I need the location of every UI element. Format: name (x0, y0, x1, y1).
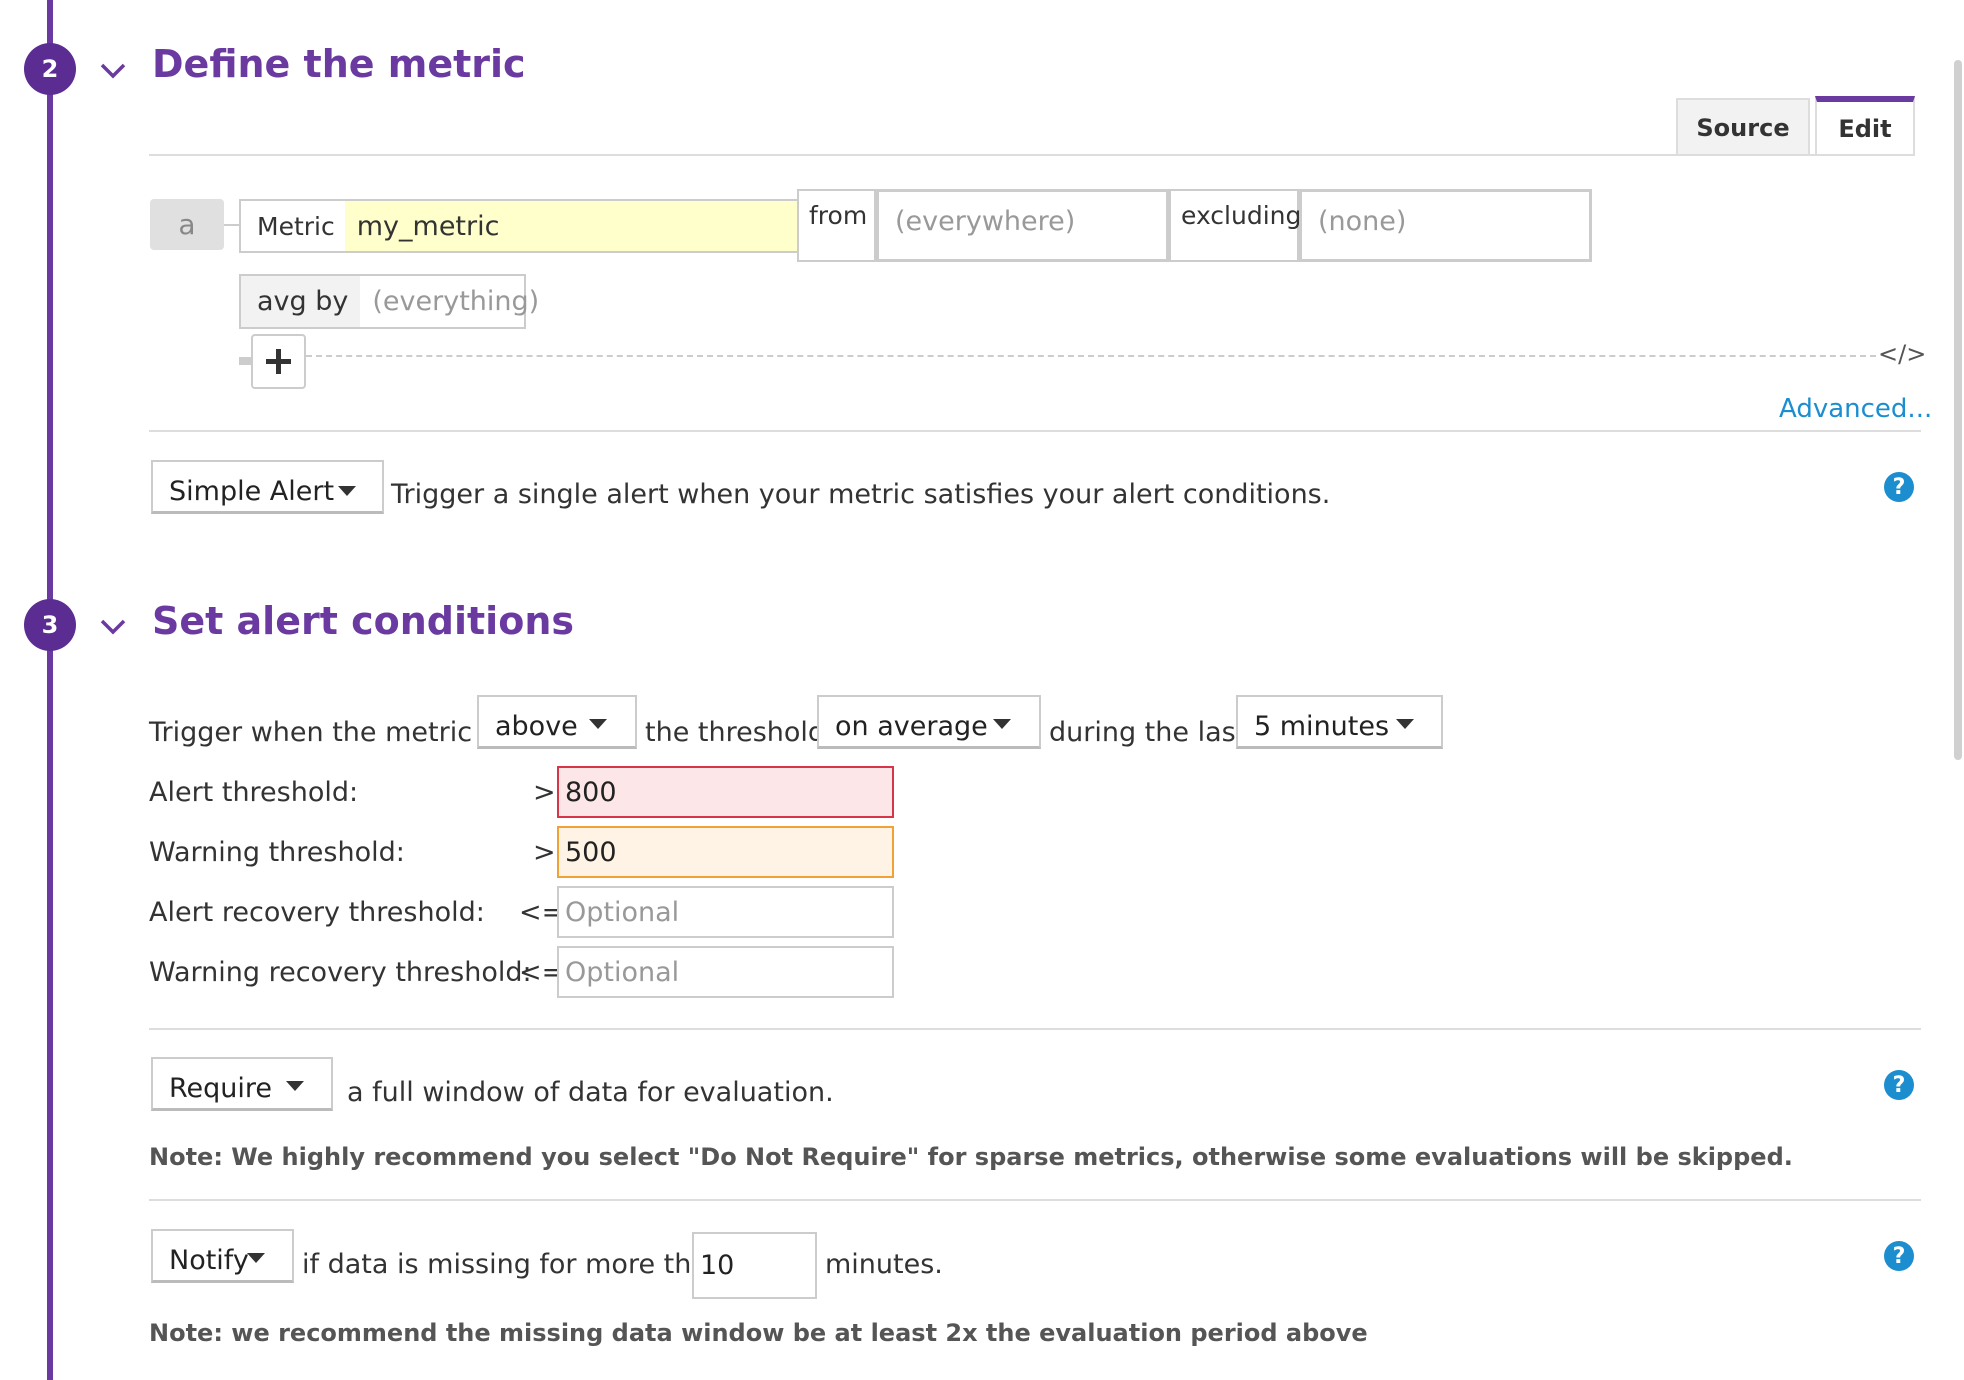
avg-by-label: avg by (241, 276, 361, 327)
alert-threshold-label: Alert threshold: (149, 777, 359, 808)
aggregation-value: on average (835, 711, 988, 742)
from-label-box: from (797, 189, 876, 262)
plus-icon (266, 349, 291, 374)
tab-source[interactable]: Source (1676, 98, 1810, 156)
timeline-line (47, 0, 53, 1380)
aggregation-select[interactable]: on average (817, 695, 1041, 749)
caret-down-icon (247, 1253, 265, 1263)
excluding-placeholder: (none) (1318, 206, 1407, 237)
avg-by-placeholder: (everything) (372, 286, 540, 317)
notify-text-after: minutes. (825, 1249, 943, 1280)
caret-down-icon (338, 486, 356, 496)
caret-down-icon (589, 719, 607, 729)
alert-type-description: Trigger a single alert when your metric … (391, 479, 1331, 510)
trigger-prefix: Trigger when the metric is (149, 717, 503, 748)
window-select[interactable]: 5 minutes (1236, 695, 1443, 749)
warning-threshold-label: Warning threshold: (149, 837, 405, 868)
code-icon[interactable]: </> (1878, 340, 1926, 368)
from-label: from (809, 201, 868, 230)
excluding-input[interactable]: (none) (1299, 189, 1592, 262)
caret-down-icon (993, 719, 1011, 729)
section-title-define-metric: Define the metric (152, 42, 526, 86)
comparison-select[interactable]: above (477, 695, 637, 749)
step-badge-3: 3 (24, 599, 76, 651)
query-letter-badge: a (150, 199, 224, 250)
alert-threshold-input[interactable]: 800 (557, 766, 894, 818)
help-icon[interactable]: ? (1884, 1241, 1914, 1271)
warning-recovery-label: Warning recovery threshold: (149, 957, 532, 988)
metric-field[interactable]: Metric my_metric (239, 199, 797, 253)
caret-down-icon (286, 1081, 304, 1091)
require-divider (149, 1199, 1921, 1201)
warning-threshold-input[interactable]: 500 (557, 826, 894, 878)
notify-note: Note: we recommend the missing data wind… (149, 1319, 1368, 1347)
warning-recovery-input[interactable]: Optional (557, 946, 894, 998)
help-icon[interactable]: ? (1884, 472, 1914, 502)
excluding-label: excluding (1181, 201, 1302, 230)
require-note: Note: We highly recommend you select "Do… (149, 1143, 1793, 1171)
tabs-divider (149, 154, 1915, 156)
help-icon[interactable]: ? (1884, 1070, 1914, 1100)
query-dashed-divider (306, 355, 1876, 357)
metric-label: Metric (257, 211, 335, 241)
alert-recovery-label: Alert recovery threshold: (149, 897, 485, 928)
warning-threshold-op: > (533, 837, 556, 868)
from-placeholder: (everywhere) (895, 206, 1076, 237)
chevron-down-icon[interactable] (98, 55, 128, 85)
chevron-down-icon[interactable] (98, 611, 128, 641)
alert-recovery-input[interactable]: Optional (557, 886, 894, 938)
section2-divider (149, 430, 1921, 432)
caret-down-icon (1396, 719, 1414, 729)
notify-select[interactable]: Notify (151, 1229, 294, 1283)
missing-minutes-input[interactable]: 10 (692, 1232, 817, 1299)
alert-threshold-op: > (533, 777, 556, 808)
trigger-suffix: during the last (1049, 717, 1247, 748)
alert-type-select[interactable]: Simple Alert (151, 460, 384, 514)
scrollbar-thumb[interactable] (1954, 60, 1962, 760)
add-connector (239, 357, 251, 365)
advanced-link[interactable]: Advanced... (1779, 394, 1932, 424)
query-connector (224, 224, 240, 226)
avg-by-field[interactable]: avg by (everything) (239, 274, 539, 329)
thresholds-divider (149, 1028, 1921, 1030)
from-input[interactable]: (everywhere) (876, 189, 1169, 262)
require-value: Require (169, 1073, 273, 1104)
metric-value[interactable]: my_metric (344, 201, 797, 251)
window-value: 5 minutes (1254, 711, 1390, 742)
trigger-middle: the threshold (645, 717, 826, 748)
tab-edit[interactable]: Edit (1815, 96, 1915, 156)
step-badge-2: 2 (24, 43, 76, 95)
require-select[interactable]: Require (151, 1057, 333, 1111)
require-text: a full window of data for evaluation. (347, 1077, 834, 1108)
notify-value: Notify (169, 1245, 249, 1276)
section-title-alert-conditions: Set alert conditions (152, 599, 574, 643)
excluding-label-box: excluding (1169, 189, 1302, 262)
add-query-button[interactable] (251, 334, 306, 389)
notify-text-before: if data is missing for more than (302, 1249, 725, 1280)
alert-type-value: Simple Alert (169, 476, 335, 507)
comparison-value: above (495, 711, 578, 742)
